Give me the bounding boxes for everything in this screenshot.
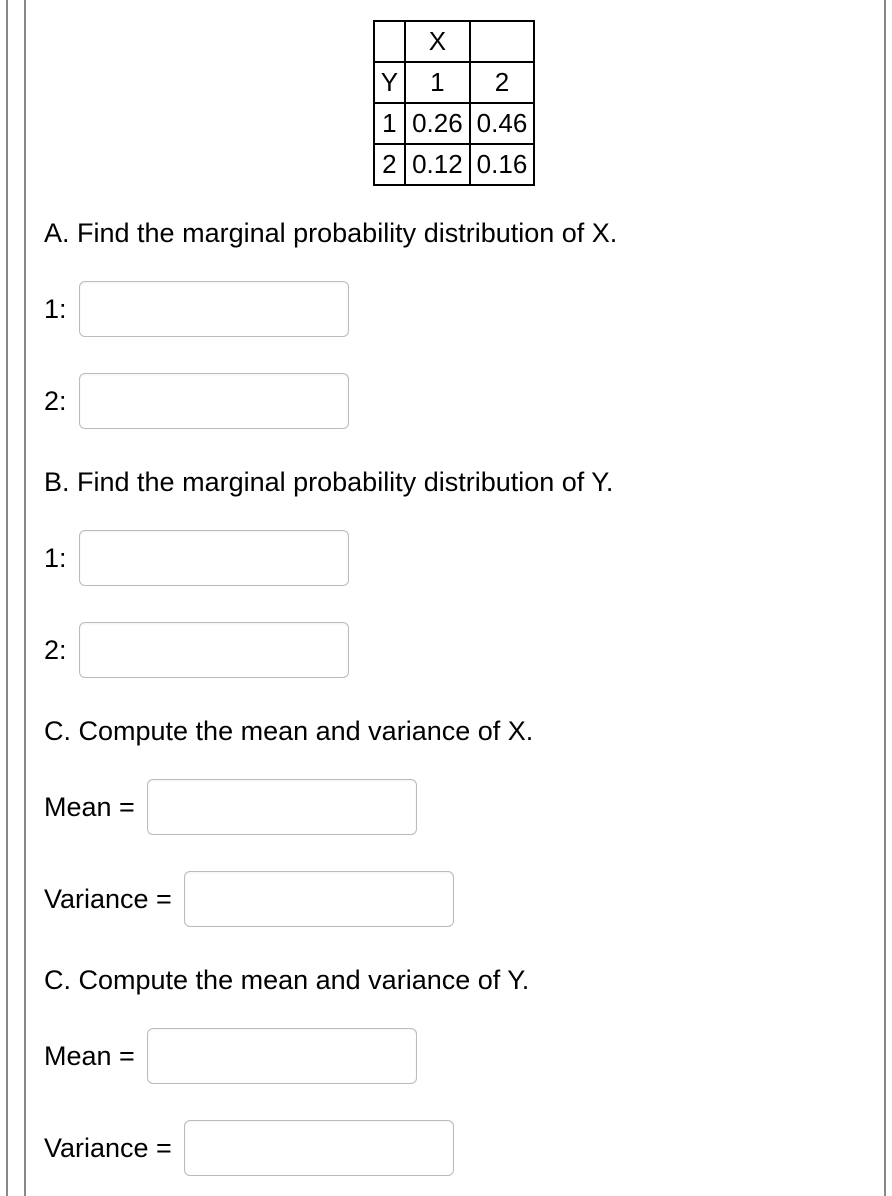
table-row-header: 1	[374, 103, 405, 144]
input-row-variance-y: Variance =	[44, 1120, 864, 1176]
label-variance-y: Variance =	[44, 1133, 172, 1164]
section-a: A. Find the marginal probability distrib…	[44, 216, 864, 429]
section-a-prompt: A. Find the marginal probability distrib…	[44, 216, 864, 251]
label-mean-y: Mean =	[44, 1041, 135, 1072]
section-c-y: C. Compute the mean and variance of Y. M…	[44, 963, 864, 1176]
label-variance-x: Variance =	[44, 884, 172, 915]
input-row-variance-x: Variance =	[44, 871, 864, 927]
section-c-y-prompt: C. Compute the mean and variance of Y.	[44, 963, 864, 998]
section-c-x: C. Compute the mean and variance of X. M…	[44, 714, 864, 927]
table-cell-empty	[470, 21, 535, 62]
table-cell: 0.12	[405, 144, 470, 185]
label-a1: 1:	[44, 294, 67, 325]
section-b-prompt: B. Find the marginal probability distrib…	[44, 465, 864, 500]
table-header-x: X	[405, 21, 470, 62]
table-col-header: 2	[470, 62, 535, 103]
table-header-y: Y	[374, 62, 405, 103]
label-mean-x: Mean =	[44, 792, 135, 823]
input-variance-y[interactable]	[184, 1120, 454, 1176]
table-row-header: 2	[374, 144, 405, 185]
label-b1: 1:	[44, 543, 67, 574]
input-mean-x[interactable]	[147, 779, 417, 835]
input-row-b2: 2:	[44, 622, 864, 678]
input-row-mean-x: Mean =	[44, 779, 864, 835]
table-cell: 0.26	[405, 103, 470, 144]
section-c-x-prompt: C. Compute the mean and variance of X.	[44, 714, 864, 749]
table-cell: 0.16	[470, 144, 535, 185]
label-b2: 2:	[44, 635, 67, 666]
input-x-marginal-2[interactable]	[79, 373, 349, 429]
table-cell-empty	[374, 21, 405, 62]
label-a2: 2:	[44, 386, 67, 417]
table-col-header: 1	[405, 62, 470, 103]
page-frame: X Y 1 2 1 0.26 0.46 2 0.12 0.16 A. Find …	[6, 0, 886, 1196]
input-mean-y[interactable]	[147, 1028, 417, 1084]
content-area: X Y 1 2 1 0.26 0.46 2 0.12 0.16 A. Find …	[24, 0, 884, 1196]
input-x-marginal-1[interactable]	[79, 281, 349, 337]
input-variance-x[interactable]	[184, 871, 454, 927]
table-cell: 0.46	[470, 103, 535, 144]
section-b: B. Find the marginal probability distrib…	[44, 465, 864, 678]
input-row-a1: 1:	[44, 281, 864, 337]
input-y-marginal-2[interactable]	[79, 622, 349, 678]
input-row-b1: 1:	[44, 530, 864, 586]
probability-table: X Y 1 2 1 0.26 0.46 2 0.12 0.16	[373, 20, 536, 186]
input-y-marginal-1[interactable]	[79, 530, 349, 586]
input-row-mean-y: Mean =	[44, 1028, 864, 1084]
input-row-a2: 2:	[44, 373, 864, 429]
